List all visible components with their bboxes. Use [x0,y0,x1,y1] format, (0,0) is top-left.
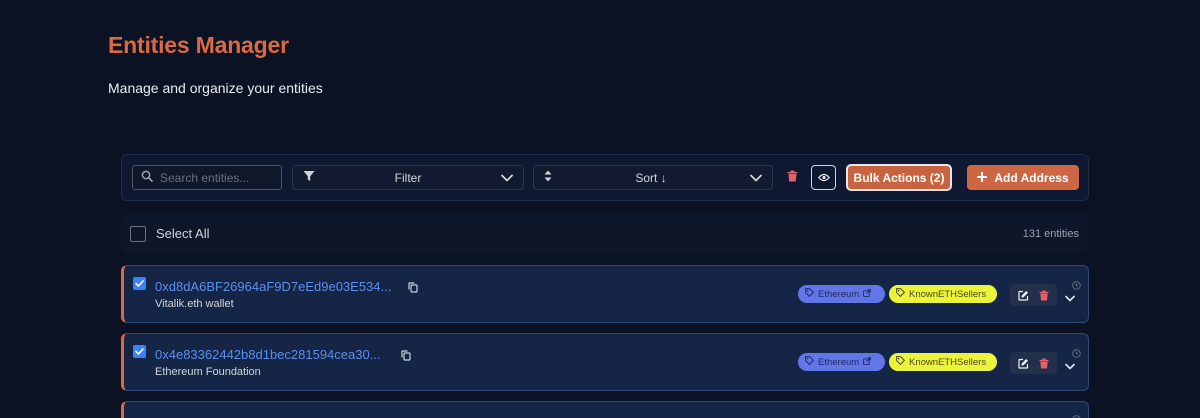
chevron-down-icon [501,169,513,187]
clock-icon [1072,411,1081,418]
tag-label: Ethereum [818,288,860,300]
tag-label: KnownETHSellers [909,356,987,368]
entity-address-link[interactable]: 0x4e83362442b8d1bec281594cea30... [155,347,381,362]
tag-icon [805,356,815,368]
copy-icon[interactable] [408,280,418,298]
tag-icon [896,288,906,300]
toolbar: Filter Sort ↓ Bulk Actions (2) Add Addre… [121,154,1089,201]
tag-label: KnownETHSellers [909,288,987,300]
select-all-label: Select All [156,226,210,241]
select-all-checkbox[interactable] [130,225,146,242]
sort-select[interactable]: Sort ↓ [533,165,773,190]
sort-icon [544,169,552,187]
search-input[interactable] [160,170,280,185]
tag-knownethsellers: KnownETHSellers [889,285,997,303]
tag-icon [896,356,906,368]
page-title: Entities Manager [108,32,289,58]
copy-icon[interactable] [401,348,411,366]
row-checkbox[interactable] [133,277,146,290]
row-checkbox[interactable] [133,345,146,358]
page-subtitle: Manage and organize your entities [108,80,323,96]
add-address-label: Add Address [994,170,1069,185]
expand-chevron-icon[interactable] [1065,289,1075,307]
bulk-actions-button[interactable]: Bulk Actions (2) [846,164,952,191]
tag-ethereum[interactable]: Ethereum [798,353,885,371]
entity-count: 131 entities [1022,227,1079,240]
edit-icon[interactable] [1018,358,1029,369]
trash-icon[interactable] [1039,358,1049,369]
row-actions [1010,352,1057,374]
trash-icon[interactable] [1039,290,1049,301]
entity-label: Ethereum Foundation [155,366,261,378]
filter-label: Filter [394,170,422,185]
sort-label: Sort ↓ [635,170,667,185]
expand-chevron-icon[interactable] [1065,357,1075,375]
entity-row[interactable] [121,401,1089,418]
filter-icon [303,169,315,187]
delete-selected-button[interactable] [782,167,802,189]
entity-row[interactable]: 0xd8dA6BF26964aF9D7eEd9e03E534... Vitali… [121,265,1089,323]
filter-select[interactable]: Filter [292,165,524,190]
entity-label: Vitalik.eth wallet [155,298,234,310]
tag-ethereum[interactable]: Ethereum [798,285,885,303]
entity-address-link[interactable]: 0xd8dA6BF26964aF9D7eEd9e03E534... [155,279,391,294]
toggle-visibility-button[interactable] [811,165,836,190]
tag-icon [805,288,815,300]
plus-icon [976,171,988,185]
tag-label: Ethereum [818,356,860,368]
trash-icon [787,169,798,187]
external-link-icon [863,356,872,368]
external-link-icon [863,288,872,300]
edit-icon[interactable] [1018,290,1029,301]
add-address-button[interactable]: Add Address [967,165,1079,190]
tag-knownethsellers: KnownETHSellers [889,353,997,371]
select-all-bar: Select All 131 entities [121,214,1089,253]
row-actions [1010,284,1057,306]
eye-icon [817,169,830,187]
chevron-down-icon [750,169,762,187]
entity-row[interactable]: 0x4e83362442b8d1bec281594cea30... Ethere… [121,333,1089,391]
search-icon [141,169,153,187]
search-box[interactable] [132,165,282,190]
